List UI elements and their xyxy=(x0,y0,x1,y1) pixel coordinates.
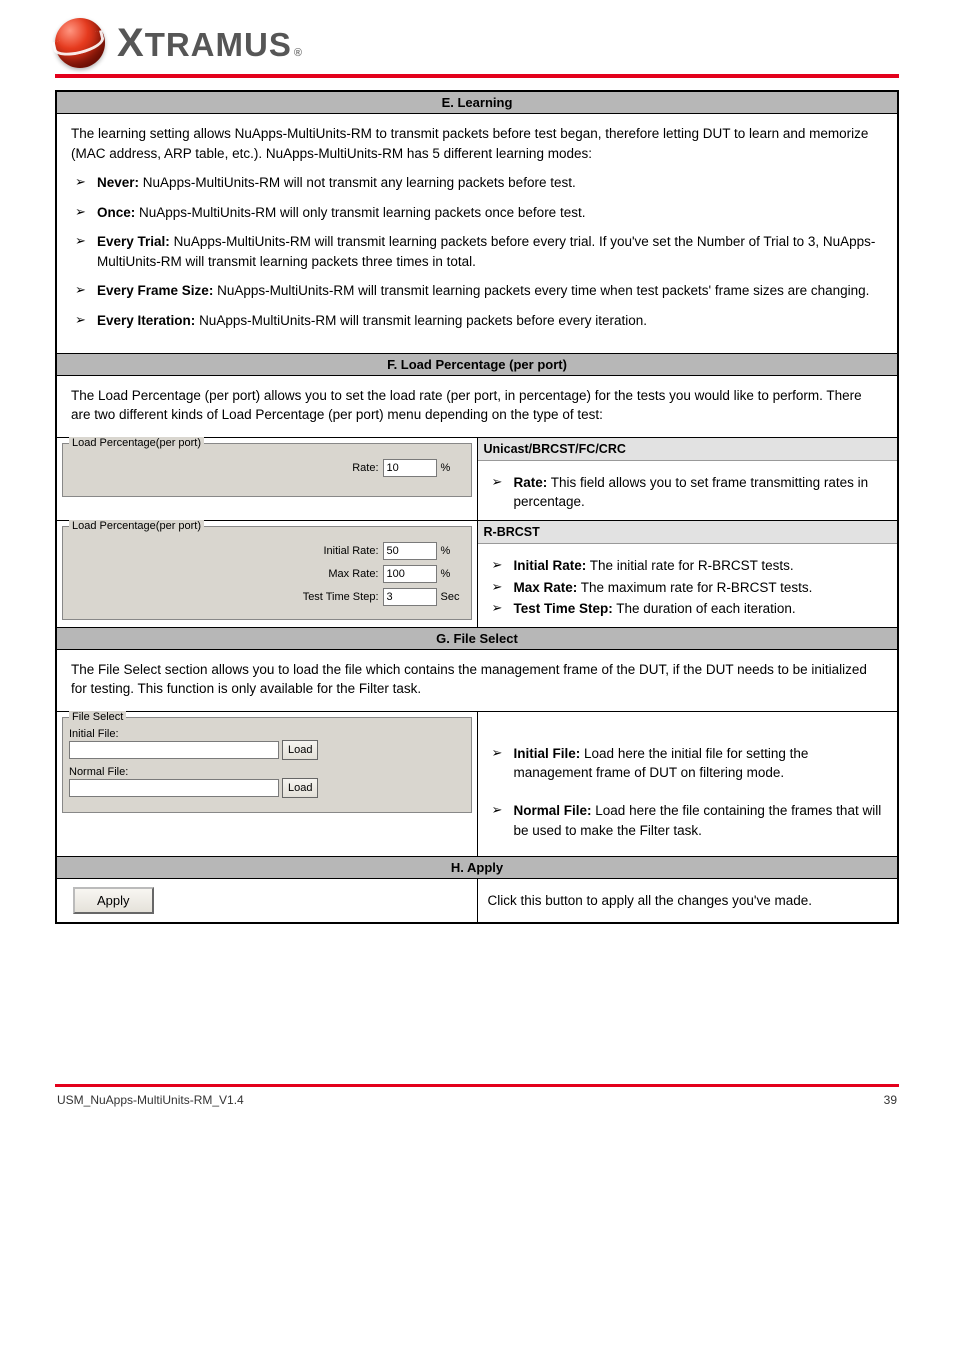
max-rate-label: Max Rate: xyxy=(328,568,378,580)
section-learning-body: The learning setting allows NuApps-Multi… xyxy=(56,114,898,354)
load-desc-b-heading: R-BRCST xyxy=(478,521,898,544)
section-load-intro: The Load Percentage (per port) allows yo… xyxy=(56,375,898,437)
initial-file-label: Initial File: xyxy=(69,728,465,740)
rate-input[interactable] xyxy=(383,459,437,477)
normal-file-load-button[interactable]: Load xyxy=(282,778,318,798)
load-panel-b-legend: Load Percentage(per port) xyxy=(69,520,204,533)
load-desc-a-rate: Rate: This field allows you to set frame… xyxy=(488,473,888,512)
apply-button[interactable]: Apply xyxy=(73,887,154,914)
normal-file-input[interactable] xyxy=(69,779,279,797)
rate-suffix: % xyxy=(441,462,463,474)
section-load-title: F. Load Percentage (per port) xyxy=(56,353,898,375)
learning-intro: The learning setting allows NuApps-Multi… xyxy=(71,124,883,163)
footer-left: USM_NuApps-MultiUnits-RM_V1.4 xyxy=(57,1093,244,1107)
load-desc-a-heading: Unicast/BRCST/FC/CRC xyxy=(478,438,898,461)
apply-desc: Click this button to apply all the chang… xyxy=(477,879,898,924)
load-desc-b-list: Initial Rate: The initial rate for R-BRC… xyxy=(488,556,888,619)
load-panel-a-legend: Load Percentage(per port) xyxy=(69,437,204,450)
rate-label: Rate: xyxy=(352,462,378,474)
load-desc-b-initial: Initial Rate: The initial rate for R-BRC… xyxy=(488,556,888,576)
load-desc-b-max: Max Rate: The maximum rate for R-BRCST t… xyxy=(488,578,888,598)
apply-button-cell: Apply xyxy=(56,879,477,924)
load-desc-b-step: Test Time Step: The duration of each ite… xyxy=(488,599,888,619)
load-panel-a-cell: Load Percentage(per port) Rate: % xyxy=(56,437,477,520)
initial-rate-input[interactable] xyxy=(383,542,437,560)
learning-item-every-trial: Every Trial: NuApps-MultiUnits-RM will t… xyxy=(71,232,883,271)
initial-rate-suffix: % xyxy=(441,545,463,557)
max-rate-suffix: % xyxy=(441,568,463,580)
test-time-step-input[interactable] xyxy=(383,588,437,606)
footer-page-number: 39 xyxy=(884,1093,897,1107)
learning-item-every-frame-size: Every Frame Size: NuApps-MultiUnits-RM w… xyxy=(71,281,883,301)
test-time-step-label: Test Time Step: xyxy=(303,591,379,603)
learning-list: Never: NuApps-MultiUnits-RM will not tra… xyxy=(71,173,883,330)
section-learning-title: E. Learning xyxy=(56,91,898,114)
file-panel-cell: File Select Initial File: Load Normal Fi… xyxy=(56,711,477,856)
file-desc-list: Initial File: Load here the initial file… xyxy=(488,744,888,840)
learning-item-never: Never: NuApps-MultiUnits-RM will not tra… xyxy=(71,173,883,193)
learning-item-once: Once: NuApps-MultiUnits-RM will only tra… xyxy=(71,203,883,223)
doc-table: E. Learning The learning setting allows … xyxy=(55,90,899,924)
initial-rate-label: Initial Rate: xyxy=(323,545,378,557)
normal-file-label: Normal File: xyxy=(69,766,465,778)
section-apply-title: H. Apply xyxy=(56,857,898,879)
page-footer: USM_NuApps-MultiUnits-RM_V1.4 39 xyxy=(55,1087,899,1107)
load-desc-a-cell: Unicast/BRCST/FC/CRC Rate: This field al… xyxy=(477,437,898,520)
file-desc-normal: Normal File: Load here the file containi… xyxy=(488,801,888,840)
file-desc-initial: Initial File: Load here the initial file… xyxy=(488,744,888,783)
brand-name: XXTRAMUSTRAMUS® xyxy=(117,21,303,66)
section-file-title: G. File Select xyxy=(56,627,898,649)
section-file-intro: The File Select section allows you to lo… xyxy=(56,649,898,711)
test-time-step-suffix: Sec xyxy=(441,591,463,603)
brand-header: XXTRAMUSTRAMUS® xyxy=(55,18,899,72)
initial-file-load-button[interactable]: Load xyxy=(282,740,318,760)
file-desc-cell: Initial File: Load here the initial file… xyxy=(477,711,898,856)
file-panel-legend: File Select xyxy=(69,711,126,724)
load-panel-b-cell: Load Percentage(per port) Initial Rate: … xyxy=(56,520,477,627)
header-divider xyxy=(55,74,899,78)
load-desc-a-list: Rate: This field allows you to set frame… xyxy=(488,473,888,512)
learning-item-every-iteration: Every Iteration: NuApps-MultiUnits-RM wi… xyxy=(71,311,883,331)
load-desc-b-cell: R-BRCST Initial Rate: The initial rate f… xyxy=(477,520,898,627)
max-rate-input[interactable] xyxy=(383,565,437,583)
initial-file-input[interactable] xyxy=(69,741,279,759)
brand-logo-icon xyxy=(55,18,105,68)
